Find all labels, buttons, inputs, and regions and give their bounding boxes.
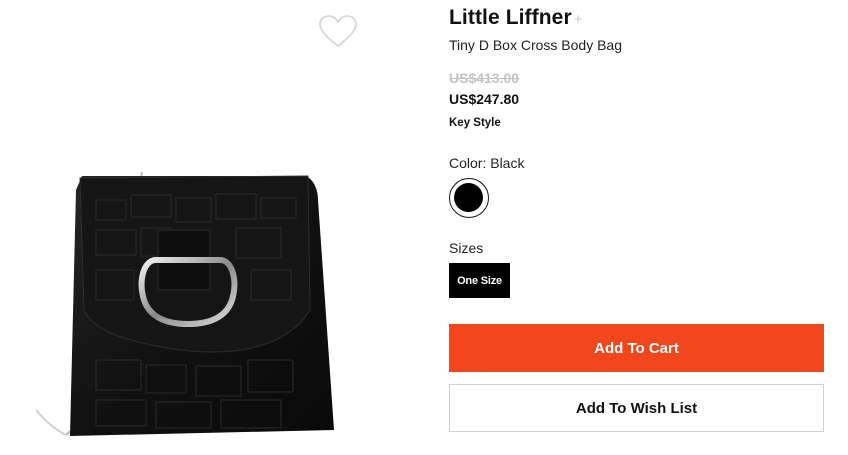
brand-row: Little Liffner +: [449, 6, 583, 30]
size-option-one-size[interactable]: One Size: [449, 263, 510, 298]
sale-price: US$247.80: [449, 91, 520, 107]
product-image[interactable]: [35, 160, 336, 450]
original-price: US$413.00: [449, 70, 520, 86]
product-name: Tiny D Box Cross Body Bag: [449, 37, 622, 53]
key-style-tag: Key Style: [449, 117, 501, 129]
color-swatch-fill: [454, 183, 483, 212]
color-label: Color: Black: [449, 155, 525, 171]
product-gallery: [0, 0, 390, 452]
color-swatch-black[interactable]: [449, 178, 489, 218]
sizes-label: Sizes: [449, 240, 484, 256]
add-to-cart-button[interactable]: Add To Cart: [449, 324, 824, 372]
brand-name[interactable]: Little Liffner: [449, 6, 572, 30]
follow-brand-plus-icon[interactable]: +: [574, 11, 583, 28]
add-to-wishlist-button[interactable]: Add To Wish List: [449, 384, 824, 432]
heart-icon[interactable]: [318, 14, 358, 50]
